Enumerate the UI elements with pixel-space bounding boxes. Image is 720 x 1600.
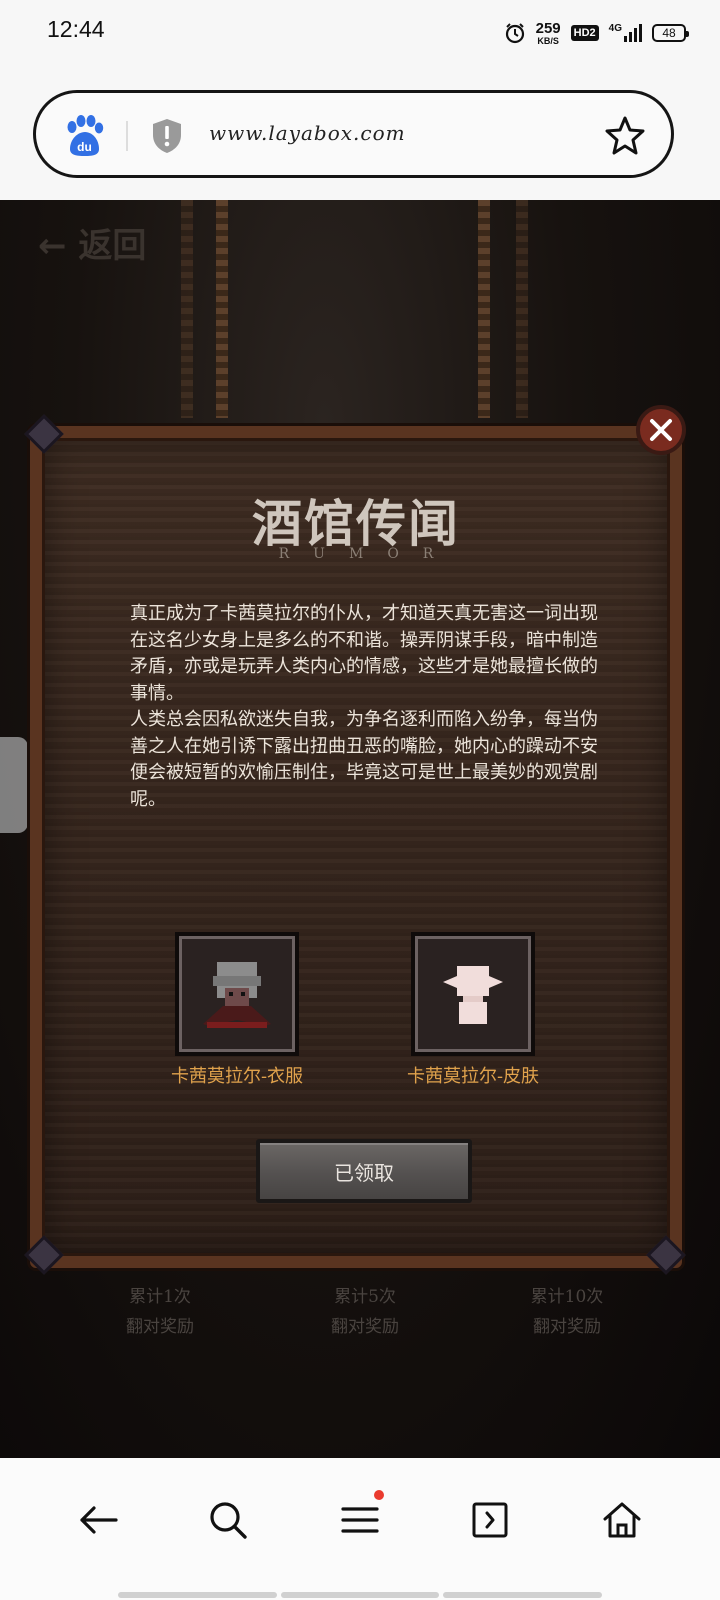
- nav-home-button[interactable]: [592, 1490, 652, 1550]
- status-bar: 12:44 259 KB/S HD2 4G 48: [0, 0, 720, 64]
- bookmark-star-icon[interactable]: [605, 115, 645, 155]
- close-dialog-button[interactable]: [636, 405, 686, 455]
- notification-dot: [374, 1490, 384, 1500]
- rumor-dialog: 酒馆传闻 RUMOR 真正成为了卡茜莫拉尔的仆从，才知道天真无害这一词出现在这名…: [30, 426, 682, 1268]
- nav-menu-button[interactable]: [330, 1490, 390, 1550]
- status-time: 12:44: [47, 16, 105, 42]
- milestone-1[interactable]: 累计1次 翻对奖励: [90, 1282, 230, 1342]
- address-divider: [126, 121, 128, 151]
- close-icon: [650, 419, 672, 441]
- tabs-icon: [472, 1502, 508, 1538]
- hanging-rope: [181, 200, 193, 418]
- gesture-bar: [118, 1592, 603, 1598]
- hanging-rope: [478, 200, 490, 418]
- menu-icon: [341, 1507, 379, 1533]
- hanging-rope: [216, 200, 228, 418]
- hanging-rope: [516, 200, 528, 418]
- alarm-icon: [505, 23, 524, 44]
- hd-badge: HD2: [570, 25, 599, 41]
- milestone-10[interactable]: 累计10次 翻对奖励: [497, 1282, 637, 1342]
- back-button[interactable]: ← 返回: [38, 218, 146, 267]
- nav-tabs-button[interactable]: [460, 1490, 520, 1550]
- reward-skin-slot[interactable]: [411, 932, 535, 1056]
- side-drawer-handle[interactable]: [0, 737, 28, 833]
- claimed-button[interactable]: 已领取: [256, 1139, 472, 1203]
- svg-text:du: du: [77, 140, 92, 154]
- status-icons: 259 KB/S HD2 4G 48: [504, 18, 689, 48]
- baidu-logo-icon[interactable]: du: [64, 115, 104, 157]
- browser-toolbar: du www.layabox.com: [0, 64, 720, 200]
- milestone-5[interactable]: 累计5次 翻对奖励: [295, 1282, 435, 1342]
- rumor-story-text: 真正成为了卡茜莫拉尔的仆从，才知道天真无害这一词出现在这名少女身上是多么的不和谐…: [130, 603, 598, 810]
- nav-search-button[interactable]: [198, 1490, 258, 1550]
- reward-skin-label: 卡茜莫拉尔-皮肤: [406, 1066, 540, 1087]
- nav-back-button[interactable]: [68, 1490, 128, 1550]
- shield-icon[interactable]: [150, 117, 184, 155]
- signal-icon: 4G: [609, 24, 642, 42]
- battery-icon: 48: [652, 24, 689, 42]
- reward-outfit-slot[interactable]: [175, 932, 299, 1056]
- game-canvas[interactable]: ← 返回 累计1次 翻对奖励 累计5次 翻对奖励 累计10次 翻对奖励 酒馆传闻…: [0, 200, 720, 1458]
- browser-bottom-nav: [0, 1458, 720, 1600]
- dialog-subtitle: RUMOR: [278, 546, 458, 562]
- arrow-left-icon: [80, 1506, 118, 1534]
- home-icon: [603, 1502, 641, 1538]
- outfit-icon: [203, 962, 271, 1028]
- net-speed: 259 KB/S: [535, 19, 561, 46]
- url-text[interactable]: www.layabox.com: [209, 121, 406, 145]
- reward-outfit-label: 卡茜莫拉尔-衣服: [170, 1066, 304, 1087]
- search-icon: [210, 1502, 247, 1539]
- skin-icon: [443, 966, 503, 1024]
- address-bar[interactable]: du www.layabox.com: [33, 90, 674, 178]
